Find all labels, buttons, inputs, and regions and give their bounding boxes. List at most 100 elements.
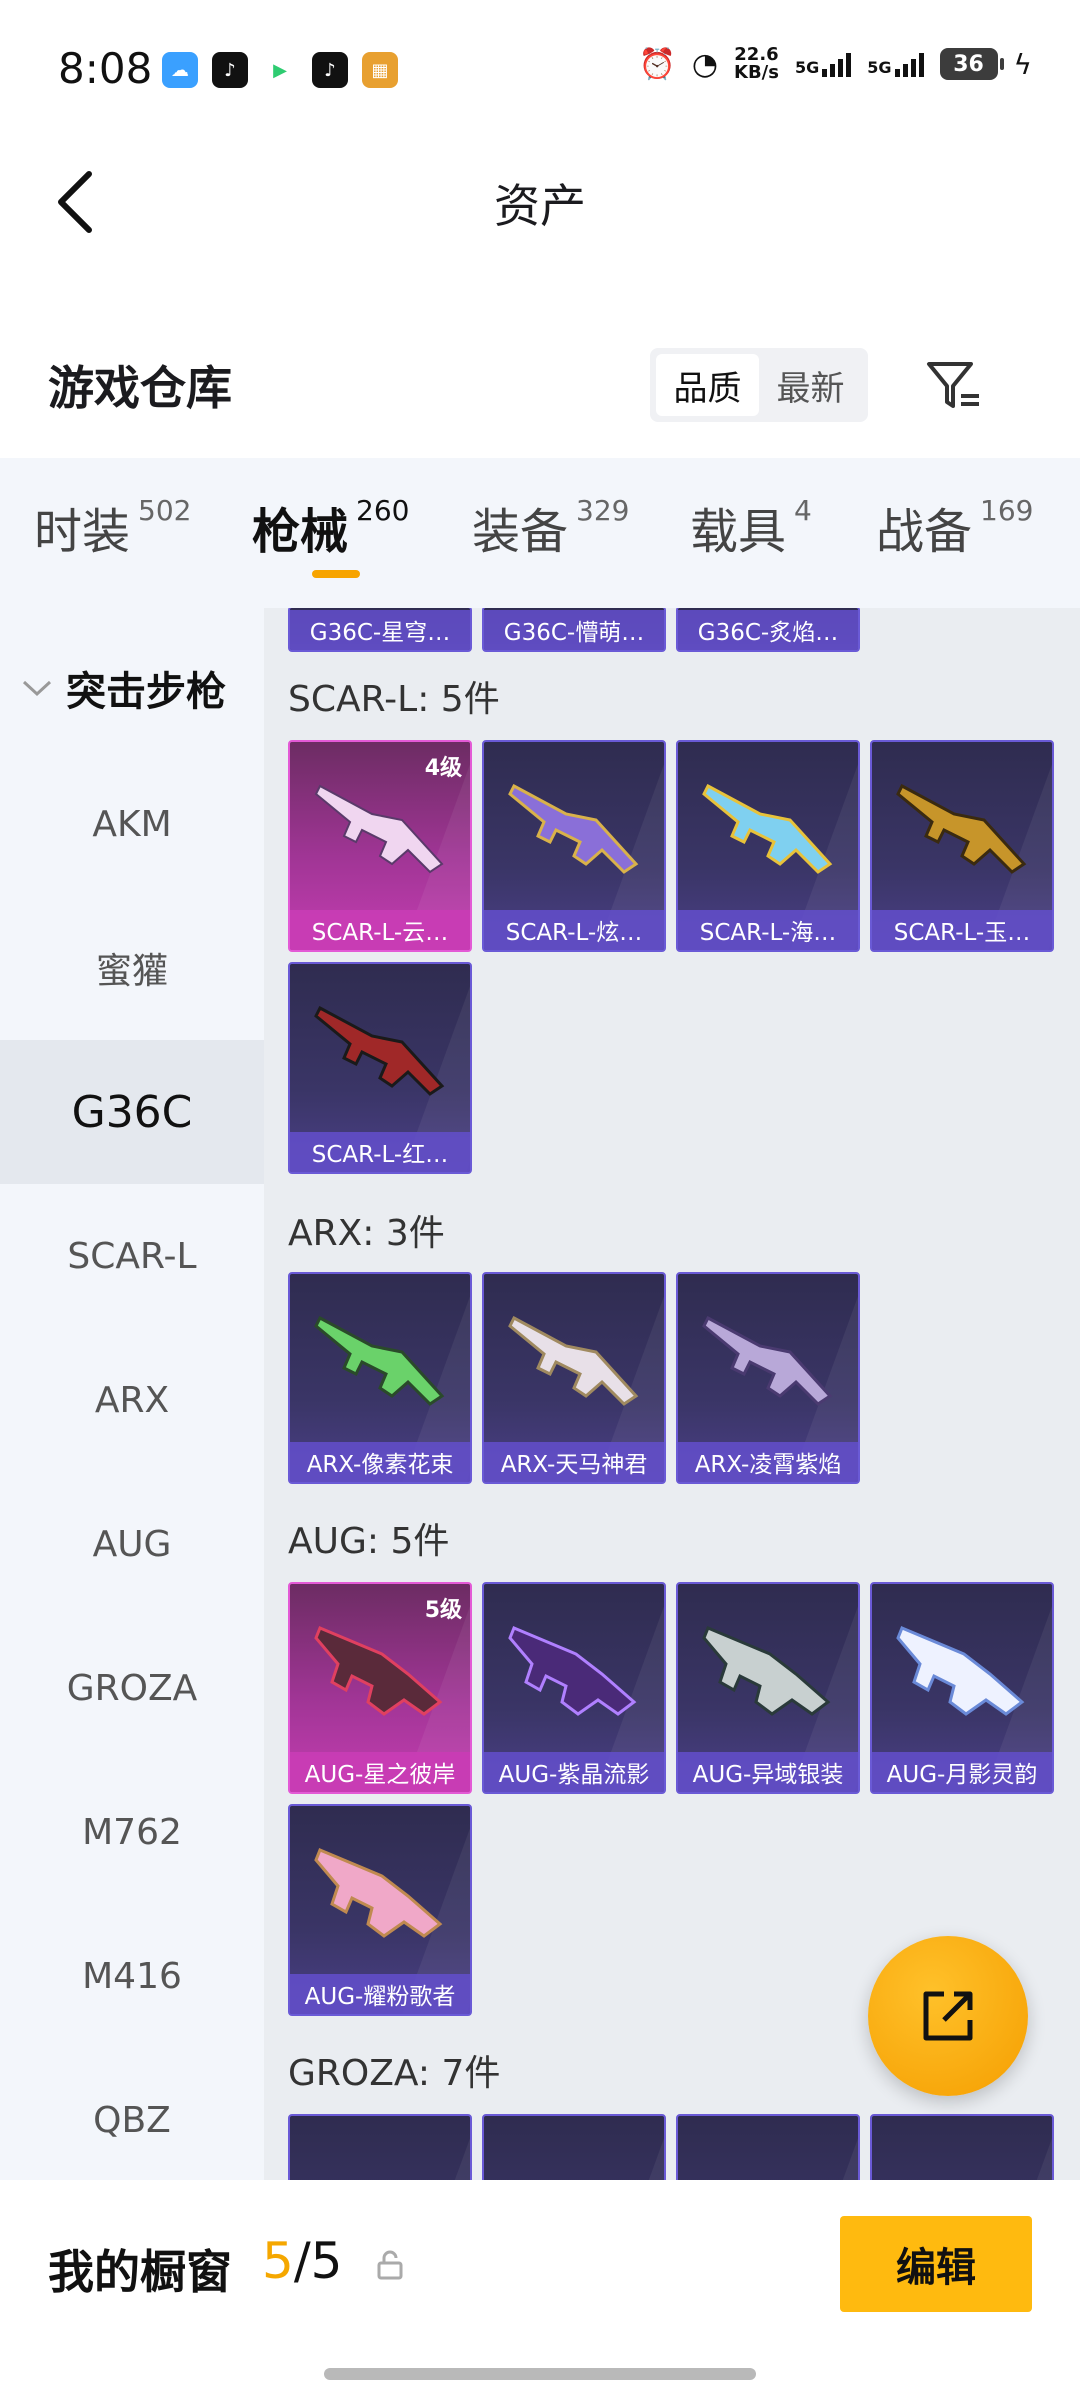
weapon-card[interactable]: AUG-月影灵韵 (870, 1582, 1054, 1794)
weapon-card[interactable]: 5级 AUG-星之彼岸 (288, 1582, 472, 1794)
sidebar-item-qbz[interactable]: QBZ (0, 2048, 264, 2180)
weapon-card[interactable]: AUG-紫晶流影 (482, 1582, 666, 1794)
tab-fashion[interactable]: 时装 502 (34, 492, 191, 562)
count-total: 5 (310, 2232, 343, 2290)
tab-supplies[interactable]: 战备 169 (876, 492, 1033, 562)
weapon-name: SCAR-L-炫… (484, 910, 664, 950)
rifle-icon (314, 784, 444, 874)
tab-label: 战备 (876, 504, 973, 560)
signal-label: 5G (794, 58, 820, 77)
signal-bars-icon (822, 51, 852, 77)
weapon-card[interactable]: AUG-耀粉歌者 (288, 1804, 472, 2016)
signal-2: 5G (867, 51, 924, 77)
sidebar-item-m416[interactable]: M416 (0, 1904, 264, 2048)
tab-guns[interactable]: 枪械 260 (252, 492, 409, 562)
weapon-name: AUG-异域银装 (678, 1752, 858, 1792)
weapon-card[interactable]: G36C-懵萌… (482, 608, 666, 652)
weapon-card[interactable] (870, 2114, 1054, 2180)
sidebar-item-aug[interactable]: AUG (0, 1472, 264, 1616)
sidebar-item-g36c[interactable]: G36C (0, 1040, 264, 1184)
sort-quality-option[interactable]: 品质 (656, 354, 759, 416)
rifle-icon (314, 1626, 443, 1716)
weapon-name: G36C-懵萌… (484, 610, 664, 650)
weapon-card[interactable]: G36C-星穹… (288, 608, 472, 652)
alarm-icon: ⏰ (638, 46, 676, 82)
weapon-name: G36C-炙焰… (678, 610, 858, 650)
weapon-name: SCAR-L-红… (290, 1132, 470, 1172)
weapon-name: AUG-星之彼岸 (290, 1752, 470, 1792)
share-external-icon (923, 1991, 973, 2041)
battery-level: 36 (953, 51, 984, 77)
weapon-card[interactable] (676, 2114, 860, 2180)
level-badge: 5级 (424, 1598, 462, 1623)
sidebar-group-assault-rifle[interactable]: 突击步枪 (0, 628, 264, 748)
card-stripe (788, 2116, 858, 2180)
sidebar-item-honey-badger[interactable]: 蜜獾 (0, 896, 264, 1040)
group-header-aug: AUG: 5件 (288, 1521, 450, 1562)
group-header-arx: ARX: 3件 (288, 1213, 445, 1254)
sidebar-item-m762[interactable]: M762 (0, 1760, 264, 1904)
weapon-name: ARX-像素花束 (290, 1442, 470, 1482)
sidebar-item-akm[interactable]: AKM (0, 752, 264, 896)
tab-label: 载具 (690, 504, 787, 560)
rifle-icon (314, 1315, 445, 1406)
showcase-count: 5/5 (262, 2232, 342, 2290)
weapon-card[interactable]: SCAR-L-炫… (482, 740, 666, 952)
tab-label: 时装 (34, 504, 131, 560)
weapon-name: SCAR-L-玉… (872, 910, 1052, 950)
rifle-icon (702, 1315, 833, 1406)
weapon-name: AUG-紫晶流影 (484, 1752, 664, 1792)
rifle-icon (508, 783, 639, 874)
weapon-card[interactable]: ARX-天马神君 (482, 1272, 666, 1484)
weapon-card[interactable]: ARX-像素花束 (288, 1272, 472, 1484)
edit-button[interactable]: 编辑 (840, 2216, 1032, 2312)
notification-icons: ☁ ♪ ▶ ♪ ▦ (162, 52, 398, 88)
sidebar-item-arx[interactable]: ARX (0, 1328, 264, 1472)
weapon-card[interactable] (482, 2114, 666, 2180)
weapon-card[interactable]: SCAR-L-海… (676, 740, 860, 952)
tab-equipment[interactable]: 装备 329 (472, 492, 629, 562)
weapon-card[interactable]: SCAR-L-玉… (870, 740, 1054, 952)
weapon-card[interactable]: AUG-异域银装 (676, 1582, 860, 1794)
weapon-card[interactable]: SCAR-L-红… (288, 962, 472, 1174)
home-indicator[interactable] (324, 2368, 756, 2380)
tab-count: 502 (138, 494, 192, 527)
tab-count: 329 (576, 494, 630, 527)
weapon-card[interactable]: G36C-炙焰… (676, 608, 860, 652)
share-fab-button[interactable] (868, 1936, 1028, 2096)
weapon-name: ARX-凌霄紫焰 (678, 1442, 858, 1482)
filter-icon (927, 362, 979, 408)
tab-count: 4 (794, 494, 812, 527)
weapon-name: G36C-星穹… (290, 610, 470, 650)
status-bar: 8:08 ☁ ♪ ▶ ♪ ▦ ⏰ ◔ 22.6 KB/s 5G 5G 36 ϟ (0, 0, 1080, 140)
sort-toggle: 品质 最新 (650, 348, 868, 422)
filter-button[interactable] (918, 350, 988, 422)
group-header-scar-l: SCAR-L: 5件 (288, 679, 500, 720)
warehouse-header: 游戏仓库 品质 最新 (0, 330, 1080, 450)
card-stripe (400, 2116, 470, 2180)
weapon-name: ARX-天马神君 (484, 1442, 664, 1482)
weapon-name: AUG-月影灵韵 (872, 1752, 1052, 1792)
tab-vehicles[interactable]: 载具 4 (690, 492, 812, 562)
charging-icon: ϟ (1013, 47, 1032, 81)
app-header: 资产 (0, 140, 1080, 260)
weapon-name: AUG-耀粉歌者 (290, 1974, 470, 2014)
sort-latest-option[interactable]: 最新 (759, 354, 862, 416)
clock: 8:08 (58, 44, 153, 93)
count-separator: / (293, 2232, 311, 2290)
page-title: 资产 (494, 179, 586, 233)
network-speed: 22.6 KB/s (734, 46, 779, 82)
status-indicators: ⏰ ◔ 22.6 KB/s 5G 5G 36 ϟ (638, 46, 1032, 82)
weapon-card[interactable] (288, 2114, 472, 2180)
active-tab-indicator (312, 570, 360, 578)
weapon-card[interactable]: ARX-凌霄紫焰 (676, 1272, 860, 1484)
sidebar-item-scar-l[interactable]: SCAR-L (0, 1184, 264, 1328)
showcase-bar: 我的橱窗 5/5 编辑 (0, 2180, 1080, 2400)
tiktok-icon: ♪ (212, 52, 248, 88)
sidebar-item-groza[interactable]: GROZA (0, 1616, 264, 1760)
weapon-name: SCAR-L-海… (678, 910, 858, 950)
tab-label: 装备 (472, 504, 569, 560)
weapon-card[interactable]: 4级 SCAR-L-云… (288, 740, 472, 952)
rifle-icon (314, 1848, 443, 1938)
speed-unit: KB/s (734, 62, 779, 83)
